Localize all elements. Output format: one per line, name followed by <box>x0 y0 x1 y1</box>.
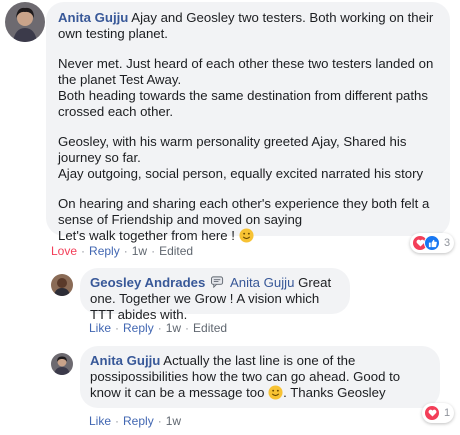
comment-text: Geosley, with his warm personality greet… <box>58 134 407 165</box>
avatar[interactable] <box>51 353 73 375</box>
comment-text: Let's walk together from here ! <box>58 228 235 243</box>
reply-author[interactable]: Geosley Andrades <box>90 275 205 290</box>
comment-author[interactable]: Anita Gujju <box>58 10 128 25</box>
comment-bubble: Anita Gujju Ajay and Geosley two testers… <box>46 2 450 243</box>
edited-label[interactable]: Edited <box>159 244 193 258</box>
smile-emoji-icon <box>239 228 254 243</box>
comment-text: On hearing and sharing each other's expe… <box>58 196 430 227</box>
reply-text: . Thanks Geosley <box>283 385 386 400</box>
avatar[interactable] <box>5 2 45 42</box>
love-button[interactable]: Love <box>51 244 77 258</box>
love-reaction-icon <box>424 405 440 421</box>
reply-button[interactable]: Reply <box>123 414 154 428</box>
comment-text: Ajay outgoing, social person, equally ex… <box>58 166 424 181</box>
reply-button[interactable]: Reply <box>123 321 154 335</box>
avatar[interactable] <box>51 274 73 296</box>
mention-link[interactable]: Anita Gujju <box>230 275 295 290</box>
reaction-count: 3 <box>444 237 451 249</box>
reply-author[interactable]: Anita Gujju <box>90 353 160 368</box>
speech-bubble-icon <box>211 276 224 288</box>
edited-label[interactable]: Edited <box>193 321 227 335</box>
reply-button[interactable]: Reply <box>89 244 120 258</box>
timestamp[interactable]: 1w <box>132 244 147 258</box>
comment-actions: Love · Reply · 1w · Edited <box>51 244 194 258</box>
comment-paragraph: Geosley, with his warm personality greet… <box>58 134 438 182</box>
like-reaction-icon <box>424 235 440 251</box>
comment-paragraph: Anita Gujju Ajay and Geosley two testers… <box>58 10 438 42</box>
reply-actions: Like · Reply · 1w <box>89 414 182 428</box>
reaction-count: 1 <box>444 407 451 419</box>
reactions-summary[interactable]: 1 <box>422 403 455 423</box>
comment-text: Never met. Just heard of each other thes… <box>58 56 434 87</box>
comment-text: Both heading towards the same destinatio… <box>58 88 428 119</box>
timestamp[interactable]: 1w <box>166 414 181 428</box>
like-button[interactable]: Like <box>89 414 111 428</box>
smile-emoji-icon <box>268 385 283 400</box>
comment-paragraph: On hearing and sharing each other's expe… <box>58 196 438 244</box>
reply-actions: Like · Reply · 1w · Edited <box>89 321 228 335</box>
reply-bubble: Geosley Andrades Anita Gujju Great one. … <box>80 268 350 322</box>
like-button[interactable]: Like <box>89 321 111 335</box>
comment-paragraph: Never met. Just heard of each other thes… <box>58 56 438 120</box>
reply-bubble: Anita Gujju Actually the last line is on… <box>80 346 440 408</box>
reactions-summary[interactable]: 3 <box>410 233 455 253</box>
timestamp[interactable]: 1w <box>166 321 181 335</box>
